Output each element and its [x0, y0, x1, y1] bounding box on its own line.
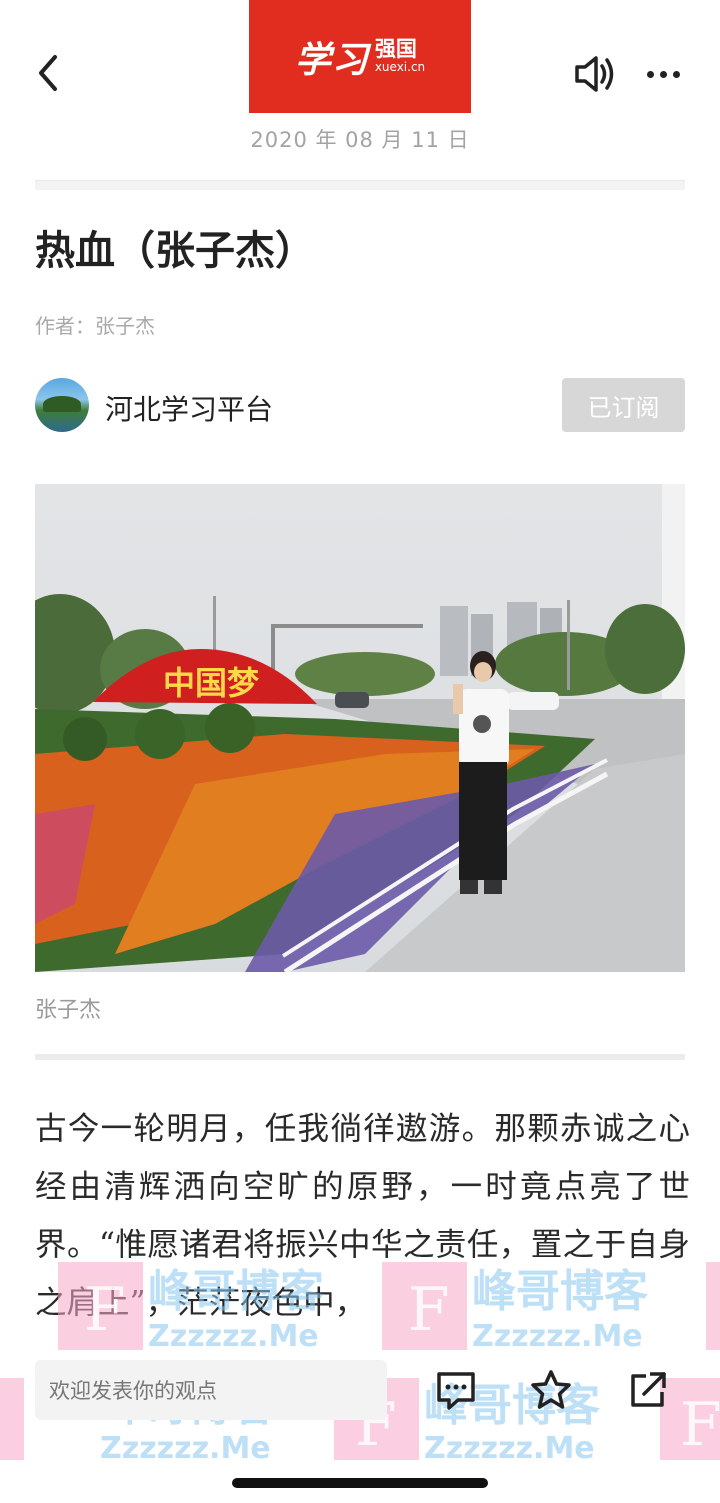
share-icon	[631, 1372, 666, 1407]
article-title: 热血（张子杰）	[35, 227, 315, 274]
bottom-bar: 欢迎发表你的观点	[0, 1356, 720, 1426]
star-icon	[531, 1370, 571, 1409]
back-button[interactable]	[28, 50, 68, 96]
more-dots-icon	[646, 70, 654, 78]
back-arrow-icon	[39, 55, 57, 91]
home-indicator[interactable]	[232, 1478, 488, 1488]
watermark-site: Zzzzzz.Me	[424, 1431, 595, 1460]
subscribe-button[interactable]: 已订阅	[562, 378, 685, 432]
logo-side: 强国 xuexi.cn	[375, 38, 425, 74]
logo-main-text: 学习	[294, 38, 369, 81]
share-button[interactable]	[626, 1368, 670, 1412]
comment-button[interactable]	[434, 1368, 478, 1412]
app-logo: 学习 强国 xuexi.cn	[249, 0, 471, 113]
channel-row: 河北学习平台 已订阅	[35, 376, 685, 434]
divider	[35, 1054, 685, 1060]
speaker-icon	[575, 56, 614, 92]
photo-sign-text: 中国梦	[163, 664, 259, 702]
publish-date: 2020 年 08 月 11 日	[250, 128, 470, 152]
watermark-site: Zzzzzz.Me	[100, 1431, 271, 1460]
article-body: 古今一轮明月，任我徜徉遨游。那颗赤诚之心经由清辉洒向空旷的原野，一时竟点亮了世界…	[35, 1111, 690, 1321]
logo-side-cn: 强国	[374, 37, 417, 62]
article-author: 作者：张子杰	[35, 314, 155, 338]
photo-scene: 中国梦	[35, 484, 685, 972]
comment-icon	[437, 1372, 475, 1410]
top-bar: 学习 强国 xuexi.cn 2020 年 08 月 11 日	[0, 0, 720, 170]
comment-input[interactable]: 欢迎发表你的观点	[35, 1360, 387, 1420]
speaker-button[interactable]	[572, 52, 618, 96]
divider	[35, 180, 685, 190]
more-button[interactable]	[640, 52, 686, 96]
channel-name[interactable]: 河北学习平台	[105, 388, 273, 428]
favorite-button[interactable]	[529, 1368, 573, 1412]
article-photo[interactable]: 中国梦	[35, 484, 685, 972]
channel-avatar[interactable]	[35, 378, 89, 432]
photo-caption: 张子杰	[35, 998, 102, 1023]
logo-side-en: xuexi.cn	[374, 60, 426, 75]
